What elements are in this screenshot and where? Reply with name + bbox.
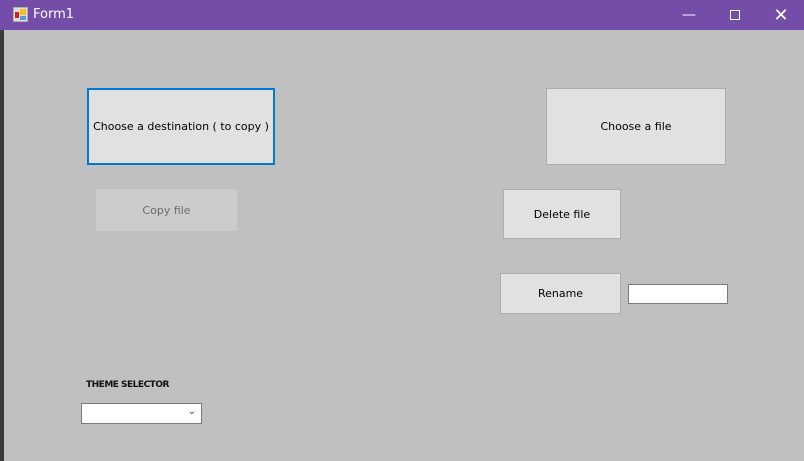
maximize-button[interactable] [712,0,758,30]
chevron-down-icon: ⌄ [187,406,196,417]
minimize-button[interactable]: — [666,0,712,30]
theme-selector-dropdown[interactable]: ⌄ [81,403,202,424]
rename-button[interactable]: Rename [500,273,621,314]
theme-selector-label: THEME SELECTOR [86,380,169,390]
rename-input[interactable] [628,284,728,304]
app-icon [13,7,28,22]
copy-file-button[interactable]: Copy file [96,189,237,231]
minimize-icon: — [682,7,696,23]
close-button[interactable]: ✕ [758,0,804,30]
choose-file-button[interactable]: Choose a file [546,88,726,165]
maximize-icon [730,10,740,20]
choose-destination-button[interactable]: Choose a destination ( to copy ) [87,88,275,165]
window-title: Form1 [33,7,75,22]
title-bar[interactable]: Form1 — ✕ [0,0,804,30]
delete-file-button[interactable]: Delete file [503,189,621,239]
window-border [0,30,4,461]
close-icon: ✕ [773,4,789,26]
